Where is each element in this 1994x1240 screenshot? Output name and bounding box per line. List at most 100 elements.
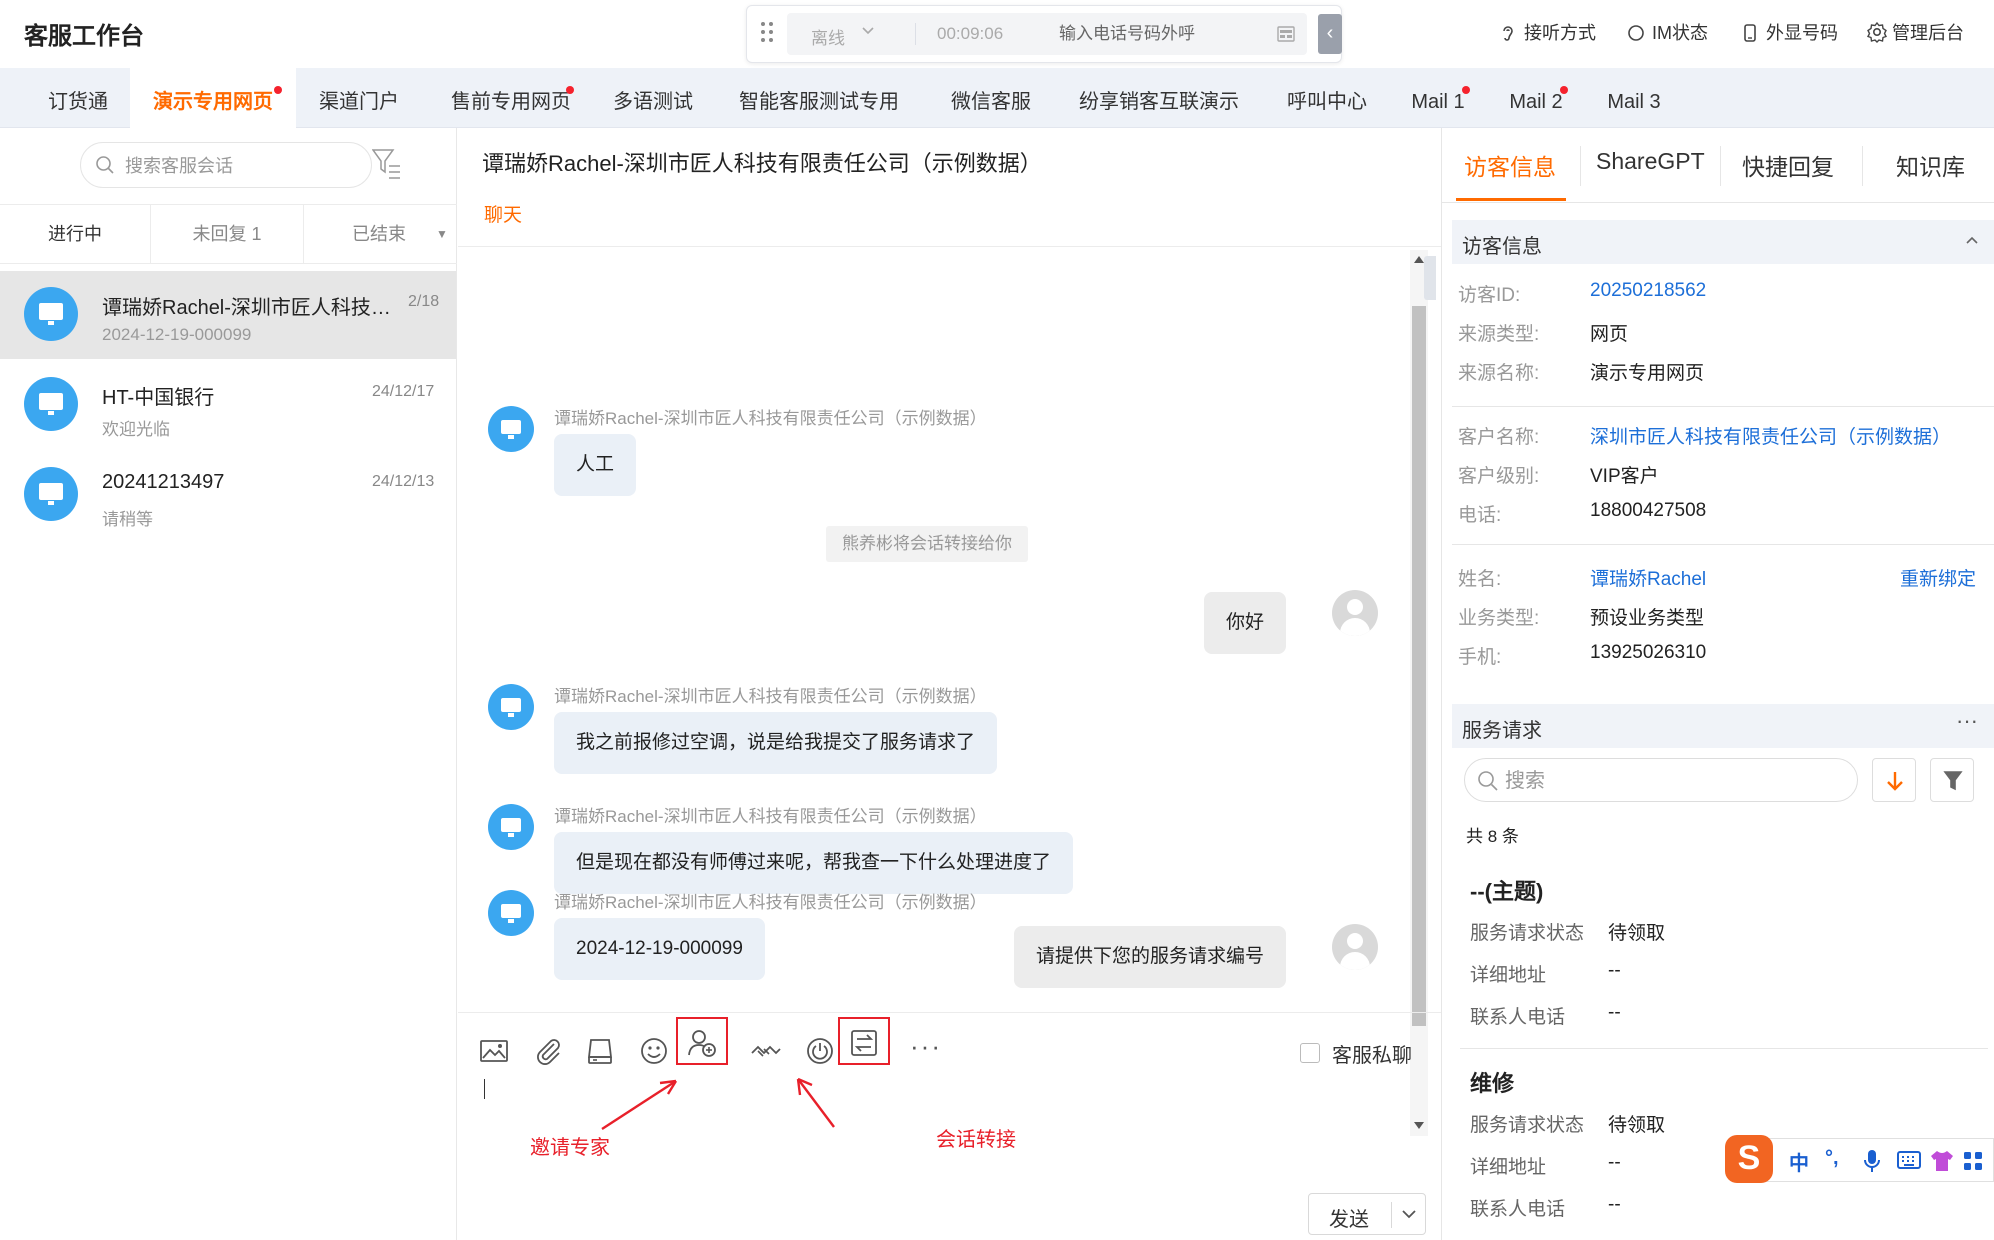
conversation-item[interactable]: 20241213497 24/12/13 请稍等 [0, 451, 456, 539]
admin-link[interactable]: 管理后台 [1866, 20, 1964, 46]
service-request-search-input[interactable] [1505, 768, 1805, 794]
message-bubble: 但是现在都没有师傅过来呢，帮我查一下什么处理进度了 [554, 832, 1074, 894]
tab-quick-reply[interactable]: 快捷回复 [1742, 148, 1834, 182]
handshake-icon[interactable] [750, 1035, 782, 1067]
contact-name-value[interactable]: 谭瑞娇Rachel [1590, 564, 1706, 591]
tab-multilang[interactable]: 多语测试 [602, 68, 704, 128]
message-bubble: 请提供下您的服务请求编号 [1013, 926, 1286, 988]
conversation-list-panel: 进行中 未回复 1 已结束 ▼ 谭瑞娇Rachel-深圳市匠人科技有限责任公司（… [0, 128, 457, 1240]
conversation-date: 24/12/13 [372, 473, 435, 490]
mobile-phone-icon [1740, 23, 1760, 43]
sort-button[interactable] [1872, 758, 1916, 802]
listen-mode-link[interactable]: 接听方式 [1498, 20, 1596, 46]
customer-avatar-icon [488, 804, 534, 850]
conversation-item[interactable]: HT-中国银行 24/12/17 欢迎光临 [0, 361, 456, 449]
agent-status-value: 离线 [811, 29, 845, 48]
admin-label: 管理后台 [1892, 23, 1964, 43]
rebind-link[interactable]: 重新绑定 [1900, 564, 1976, 591]
tab-order[interactable]: 订货通 [28, 68, 128, 128]
text-cursor [484, 1079, 485, 1099]
chat-title: 谭瑞娇Rachel-深圳市匠人科技有限责任公司（示例数据） [482, 151, 1042, 176]
unread-dot [274, 86, 282, 94]
conversation-search[interactable] [80, 142, 372, 188]
service-request-search[interactable] [1464, 758, 1858, 802]
chevron-up-icon[interactable] [1964, 232, 1980, 253]
scroll-up-icon[interactable] [1414, 256, 1424, 263]
conversation-item[interactable]: 谭瑞娇Rachel-深圳市匠人科技有限责任公司（示例数据） 2/18 2024-… [0, 271, 456, 359]
app-title: 客服工作台 [24, 23, 144, 50]
side-panel-handle[interactable] [1424, 256, 1436, 300]
ime-punctuation[interactable]: °, [1825, 1147, 1839, 1170]
conversation-search-input[interactable] [125, 153, 355, 179]
agent-status-select[interactable]: 离线 00:09:06 [787, 13, 1077, 55]
display-number-link[interactable]: 外显号码 [1740, 20, 1838, 46]
request-count: 共 8 条 [1466, 827, 1519, 846]
request-heading[interactable]: --(主题) [1470, 874, 1543, 906]
visitor-info-header[interactable]: 访客信息 [1452, 220, 1994, 264]
tab-mail-3[interactable]: Mail 3 [1596, 68, 1672, 128]
invite-expert-icon[interactable] [686, 1027, 718, 1059]
callbar-collapse-button[interactable]: ‹ [1318, 14, 1342, 54]
skin-shirt-icon[interactable] [1929, 1149, 1955, 1178]
microphone-icon[interactable] [1863, 1149, 1881, 1178]
search-icon [1477, 770, 1499, 797]
ime-logo[interactable]: S [1725, 1135, 1773, 1183]
filter-icon[interactable] [371, 148, 402, 182]
scroll-thumb[interactable] [1412, 306, 1426, 1026]
request-heading[interactable]: 维修 [1470, 1066, 1514, 1098]
chat-scrollbar[interactable] [1410, 250, 1428, 1136]
more-icon[interactable]: ··· [1956, 708, 1978, 734]
source-type-value: 网页 [1590, 324, 1629, 345]
attachment-icon[interactable] [532, 1035, 564, 1067]
gear-icon [1866, 21, 1887, 43]
message-bubble: 你好 [1203, 592, 1286, 654]
ime-toolbar[interactable]: S 中 °, [1725, 1135, 1994, 1183]
status-tab-ended[interactable]: 已结束 ▼ [304, 205, 454, 263]
filter-button[interactable] [1930, 758, 1974, 802]
conversation-name: 谭瑞娇Rachel-深圳市匠人科技有限责任公司（示例数据） [102, 297, 407, 319]
tab-call-center[interactable]: 呼叫中心 [1272, 68, 1382, 128]
request-status-value: 待领取 [1608, 923, 1666, 944]
private-chat-checkbox[interactable] [1300, 1043, 1320, 1063]
chevron-down-icon[interactable] [1399, 1202, 1419, 1231]
message-sender: 谭瑞娇Rachel-深圳市匠人科技有限责任公司（示例数据） [554, 687, 987, 706]
emoji-icon[interactable] [638, 1035, 670, 1067]
ear-icon [1498, 23, 1518, 43]
transfer-conversation-icon[interactable] [848, 1027, 880, 1059]
drive-icon[interactable] [584, 1035, 616, 1067]
customer-name-value[interactable]: 深圳市匠人科技有限责任公司（示例数据） [1590, 422, 1994, 449]
image-icon[interactable] [478, 1035, 510, 1067]
tab-knowledge-base[interactable]: 知识库 [1896, 148, 1965, 182]
service-request-header[interactable]: 服务请求 ··· [1452, 704, 1994, 748]
tab-ai-test[interactable]: 智能客服测试专用 [726, 68, 912, 128]
tab-mail-1[interactable]: Mail 1 [1400, 68, 1476, 128]
tab-wechat[interactable]: 微信客服 [936, 68, 1046, 128]
tab-mail-2[interactable]: Mail 2 [1498, 68, 1574, 128]
tab-channel-portal[interactable]: 渠道门户 [302, 68, 416, 128]
send-button[interactable]: 发送 [1308, 1193, 1426, 1235]
section-title: 服务请求 [1462, 720, 1542, 742]
power-icon[interactable] [804, 1035, 836, 1067]
im-status-link[interactable]: IM状态 [1626, 20, 1708, 46]
keyboard-icon[interactable] [1897, 1151, 1921, 1174]
more-icon[interactable]: ··· [910, 1031, 942, 1063]
message-bubble: 我之前报修过空调，说是给我提交了服务请求了 [554, 712, 998, 774]
tab-visitor-info[interactable]: 访客信息 [1464, 148, 1556, 182]
ime-language[interactable]: 中 [1789, 1147, 1809, 1176]
drag-handle-icon[interactable] [761, 22, 777, 44]
phone-dial-input[interactable] [1045, 13, 1307, 55]
tab-presales-web[interactable]: 售前专用网页 [436, 68, 586, 128]
tab-chat[interactable]: 聊天 [484, 200, 522, 227]
im-status-label: IM状态 [1652, 23, 1708, 43]
tab-fxiaoke-demo[interactable]: 纷享销客互联演示 [1066, 68, 1252, 128]
display-number-label: 外显号码 [1766, 23, 1838, 43]
status-tab-unreplied[interactable]: 未回复 1 [151, 205, 303, 263]
conversation-status-tabs: 进行中 未回复 1 已结束 ▼ [0, 204, 457, 264]
tab-demo-web[interactable]: 演示专用网页 [130, 68, 296, 128]
grid-menu-icon[interactable] [1963, 1151, 1983, 1176]
biz-type-label: 业务类型: [1458, 608, 1540, 629]
visitor-id-value[interactable]: 20250218562 [1590, 280, 1706, 302]
keypad-icon[interactable] [1277, 26, 1295, 42]
tab-sharegpt[interactable]: ShareGPT [1596, 148, 1705, 175]
status-tab-ongoing[interactable]: 进行中 [0, 205, 150, 263]
